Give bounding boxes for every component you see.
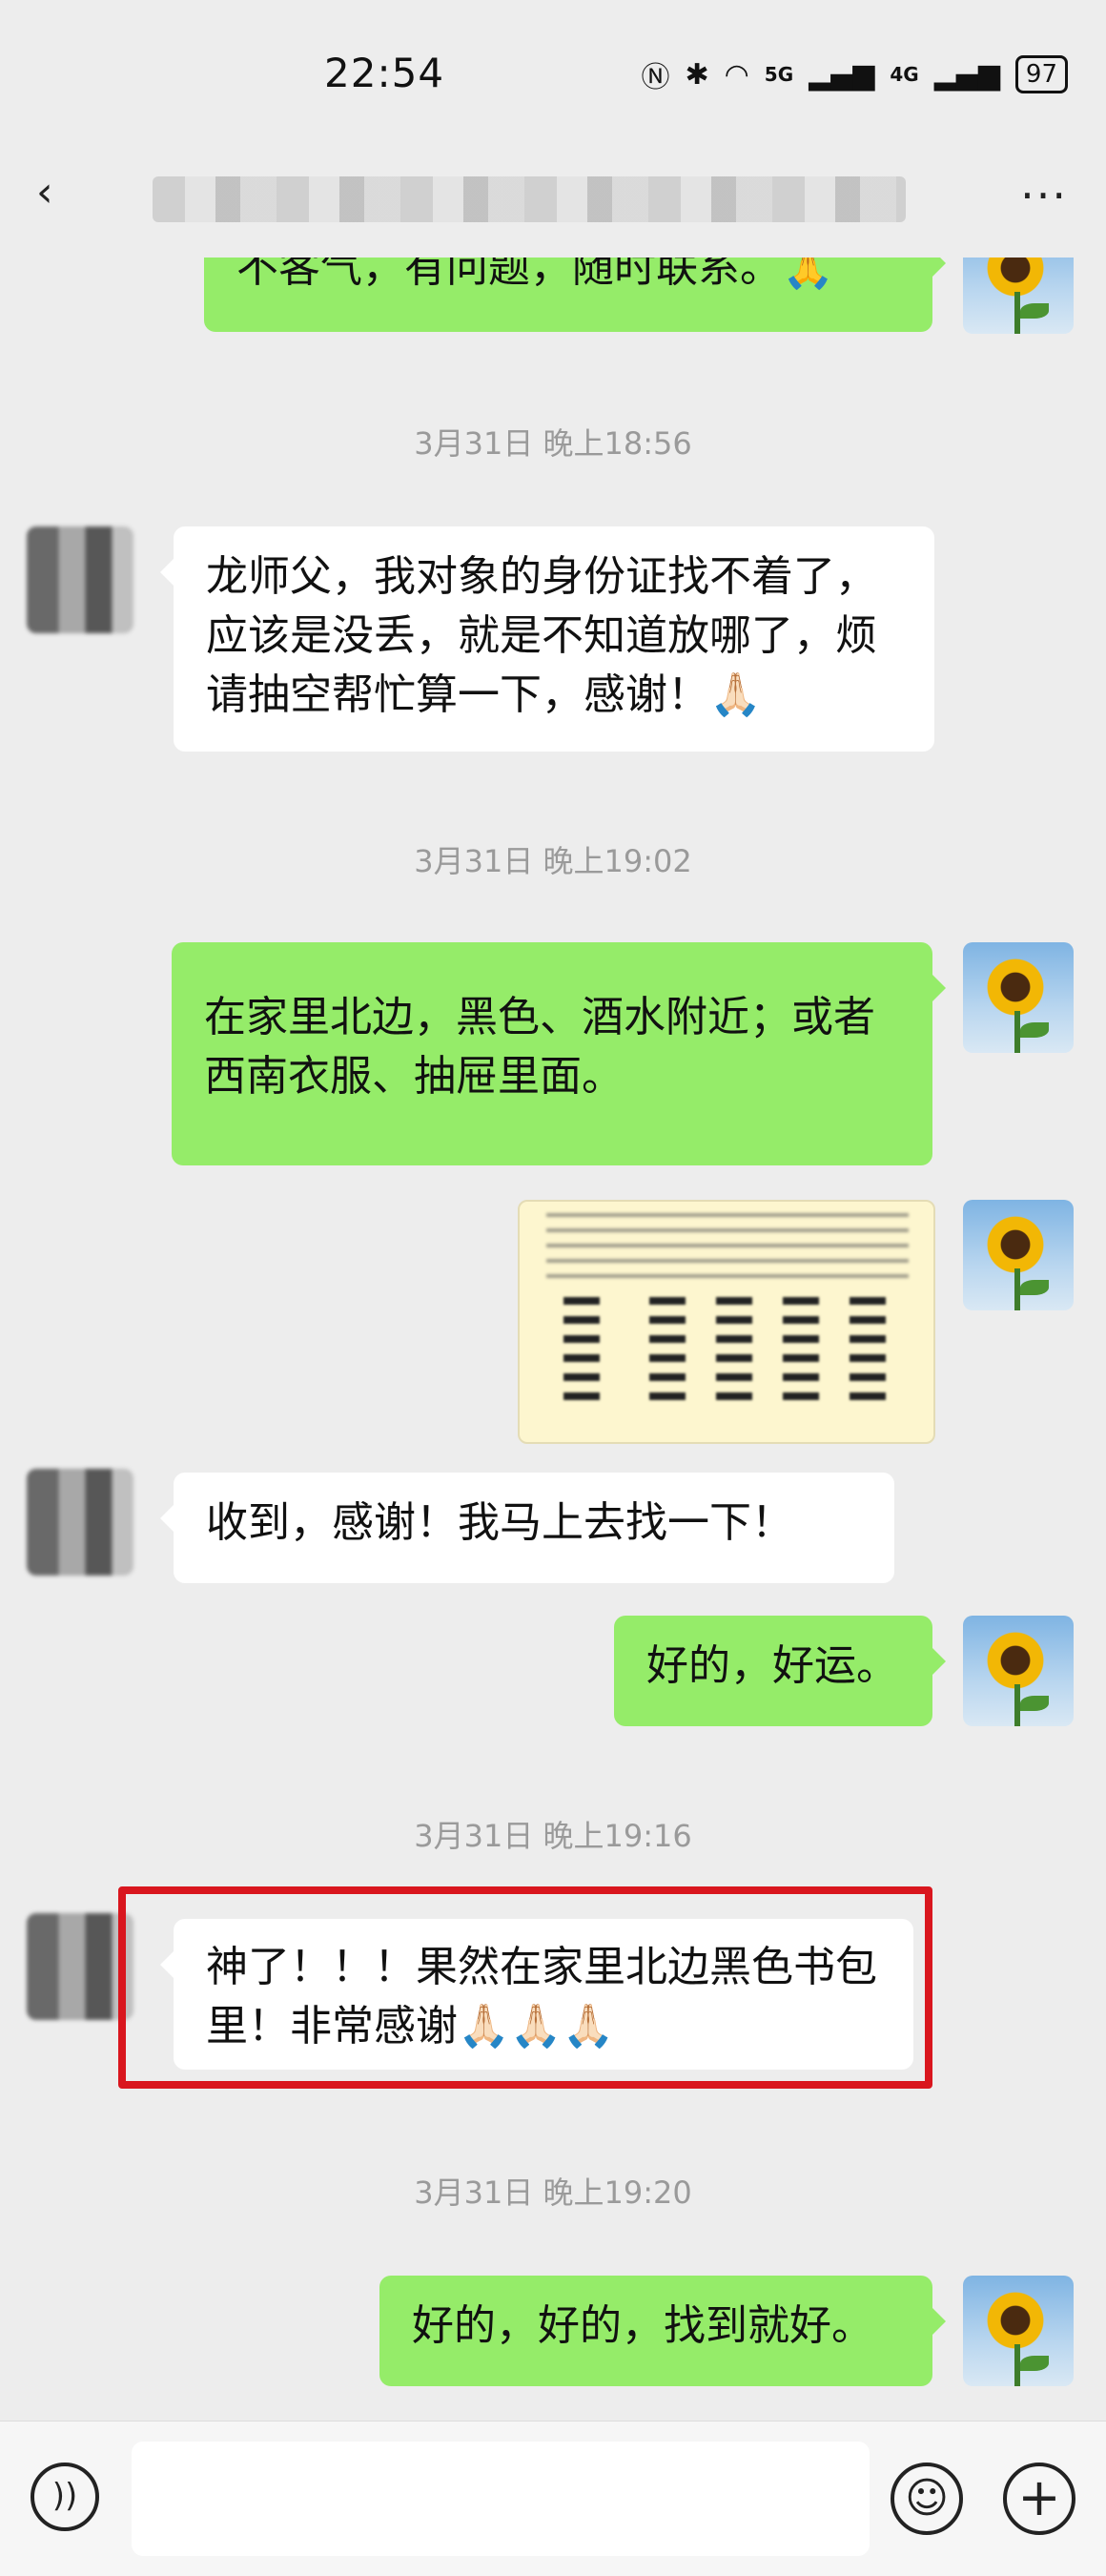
timestamp: 3月31日 晚上18:56 [414, 425, 692, 462]
plus-icon[interactable]: + [1003, 2463, 1075, 2535]
timestamp: 3月31日 晚上19:20 [414, 2174, 692, 2211]
hexagram-image[interactable] [518, 1200, 935, 1444]
self-avatar[interactable] [963, 1200, 1074, 1310]
self-avatar[interactable] [963, 258, 1074, 334]
message-text: 龙师父，我对象的身份证找不着了，应该是没丢，就是不知道放哪了，烦请抽空帮忙算一下… [206, 552, 877, 719]
self-avatar[interactable] [963, 942, 1074, 1053]
message-bubble-outgoing[interactable]: 在家里北边，黑色、酒水附近；或者西南衣服、抽屉里面。 [172, 942, 946, 1165]
self-avatar[interactable] [963, 1616, 1074, 1726]
message-text: 不客气，有问题，随时联系。🙏 [236, 258, 834, 292]
chat-title-blurred [153, 176, 906, 222]
back-icon[interactable]: ‹ [36, 168, 53, 216]
message-bubble-outgoing[interactable]: 好的，好的，找到就好。 [379, 2276, 946, 2386]
message-text: 好的，好运。 [646, 1641, 898, 1690]
timestamp: 3月31日 晚上19:02 [414, 843, 692, 879]
message-text: 在家里北边，黑色、酒水附近；或者西南衣服、抽屉里面。 [204, 993, 875, 1101]
wifi-icon: ◠ [724, 57, 749, 92]
message-text: 收到，感谢！我马上去找一下！ [206, 1498, 793, 1547]
signal-4g: 4G [890, 63, 919, 86]
signal-5g: 5G [764, 63, 794, 86]
bluetooth-icon: ✱ [685, 57, 709, 92]
message-text: 好的，好的，找到就好。 [412, 2301, 873, 2350]
message-bubble-incoming[interactable]: 收到，感谢！我马上去找一下！ [160, 1473, 894, 1583]
message-bubble-outgoing[interactable]: 不客气，有问题，随时联系。🙏 [204, 258, 946, 332]
more-options-icon[interactable]: ··· [1020, 170, 1068, 221]
contact-avatar[interactable] [27, 1469, 133, 1576]
timestamp: 3月31日 晚上19:16 [414, 1818, 692, 1854]
signal-bars-icon: ▂▄▆ [809, 57, 875, 92]
chat-area[interactable]: 不客气，有问题，随时联系。🙏 3月31日 晚上18:56 龙师父，我对象的身份证… [0, 258, 1106, 2421]
signal-bars-icon-2: ▂▄▆ [933, 57, 1000, 92]
highlight-annotation-box [118, 1886, 932, 2089]
contact-avatar[interactable] [27, 526, 133, 633]
message-bubble-incoming[interactable]: 龙师父，我对象的身份证找不着了，应该是没丢，就是不知道放哪了，烦请抽空帮忙算一下… [160, 526, 934, 752]
battery-indicator: 97 [1014, 55, 1068, 93]
voice-icon[interactable]: )) [31, 2463, 99, 2531]
status-icons: Ⓝ ✱ ◠ 5G ▂▄▆ 4G ▂▄▆ 97 [641, 53, 1068, 95]
status-time: 22:54 [324, 50, 445, 96]
nfc-icon: Ⓝ [641, 61, 670, 94]
message-input[interactable] [132, 2442, 870, 2556]
message-bubble-outgoing[interactable]: 好的，好运。 [614, 1616, 946, 1726]
emoji-icon[interactable]: ☺ [891, 2463, 963, 2535]
self-avatar[interactable] [963, 2276, 1074, 2386]
